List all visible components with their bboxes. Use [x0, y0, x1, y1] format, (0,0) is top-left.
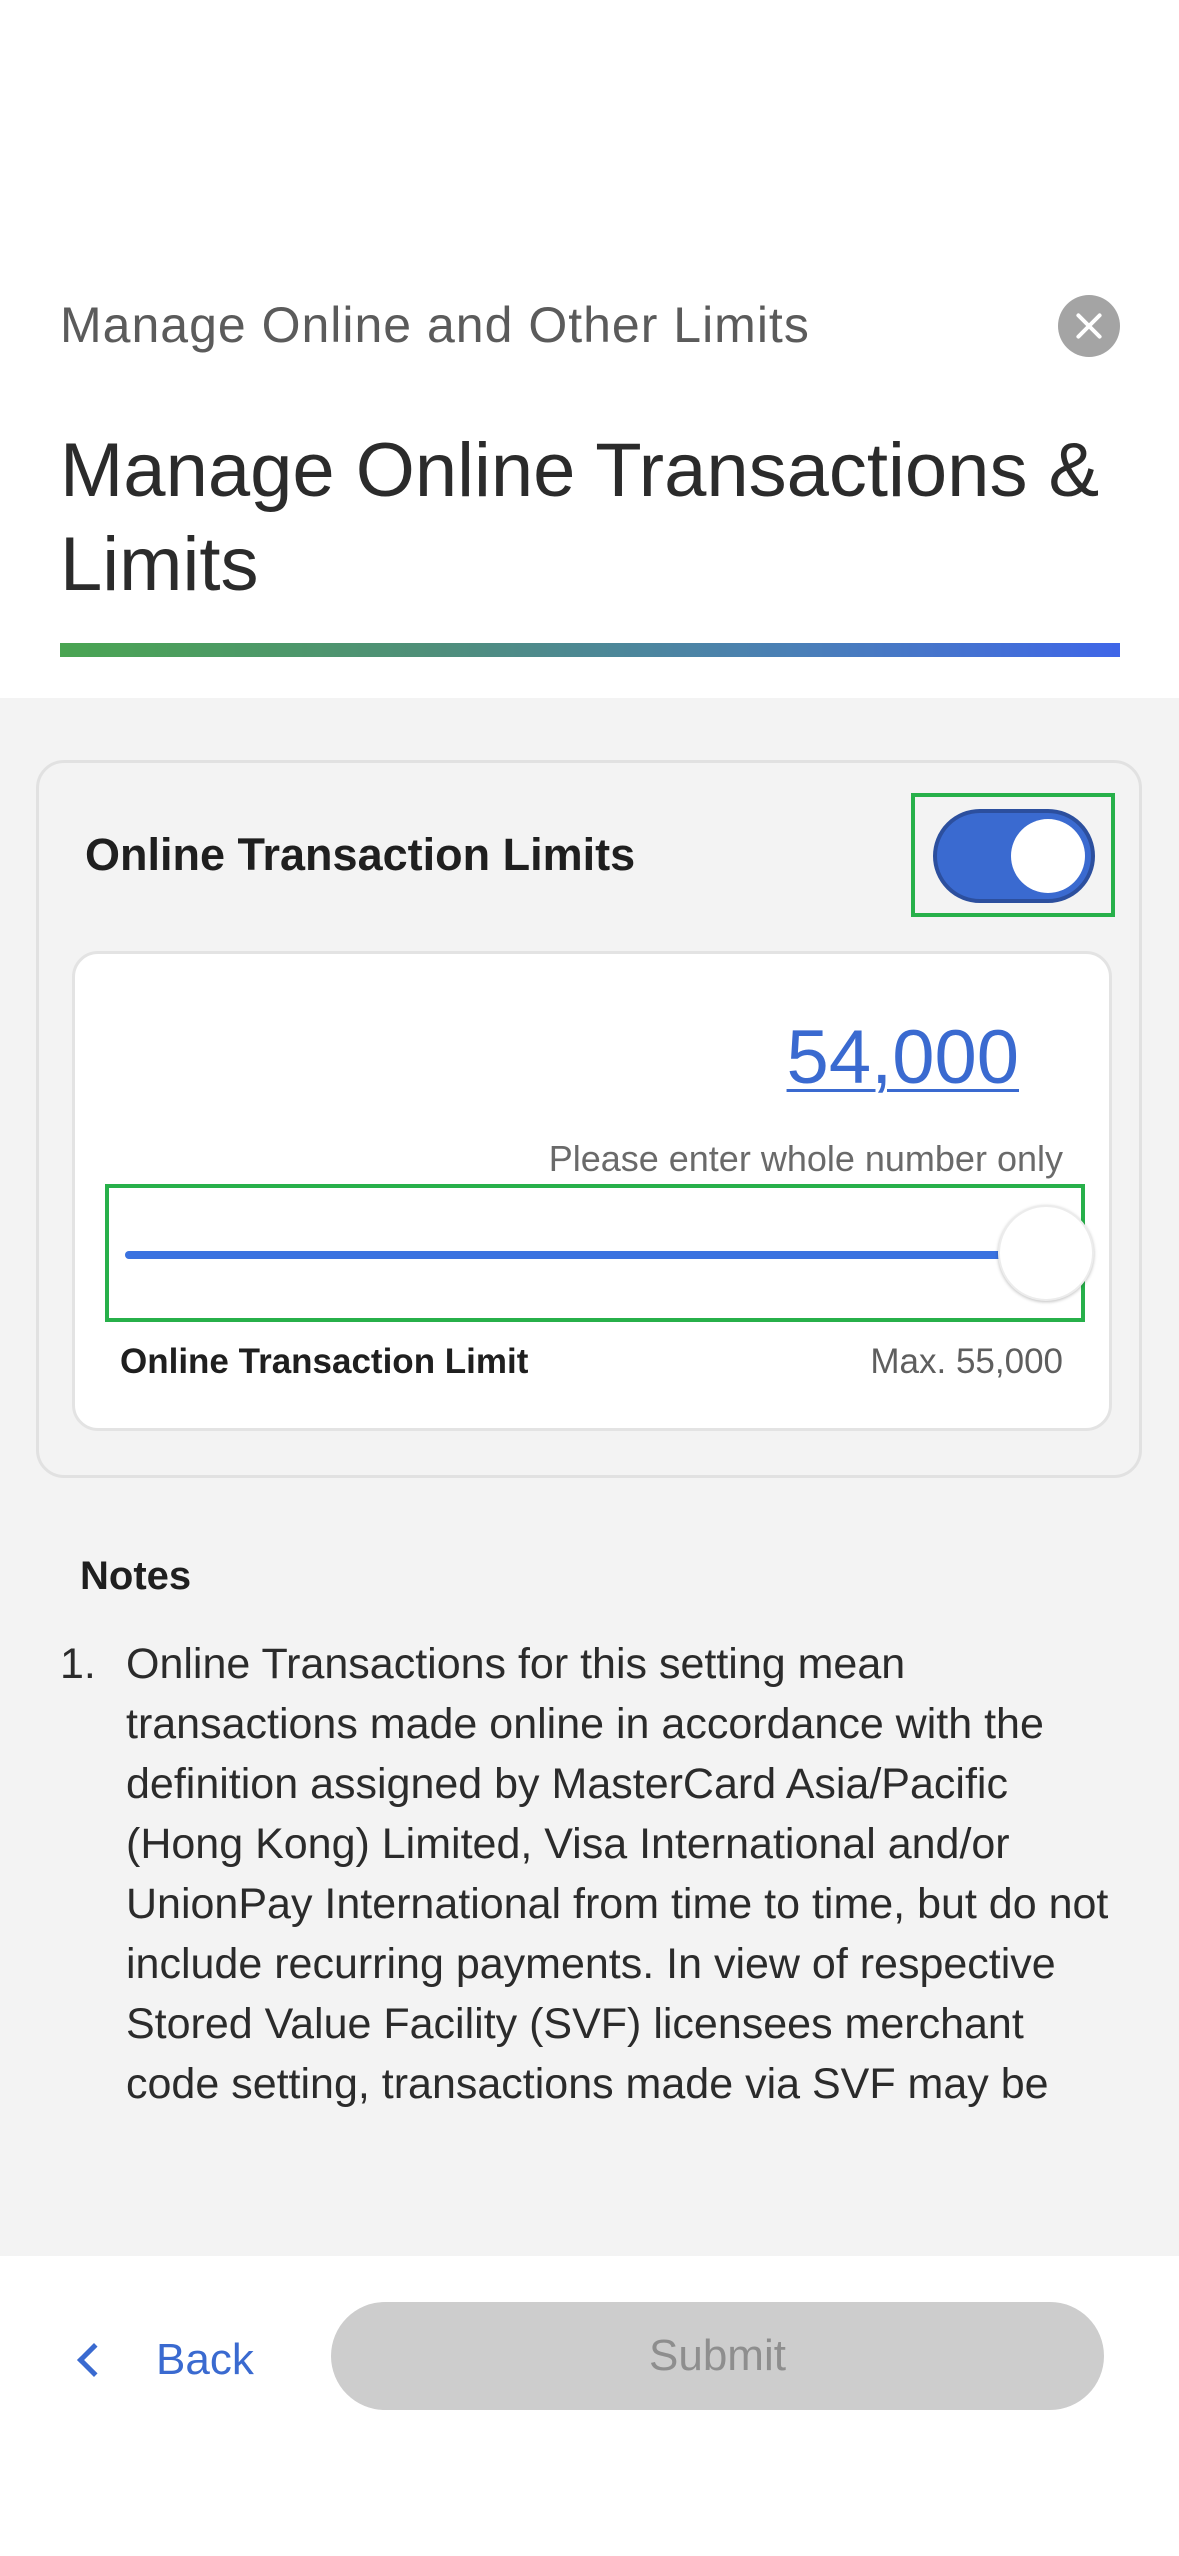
page-title: Manage Online Transactions & Limits	[60, 428, 1100, 607]
limit-slider-fill	[125, 1251, 1047, 1259]
toggle-knob	[1011, 819, 1085, 893]
input-hint: Please enter whole number only	[548, 1138, 1063, 1179]
page-subtitle: Manage Online and Other Limits	[60, 297, 810, 353]
back-button[interactable]: Back	[70, 2320, 254, 2400]
limit-slider-track[interactable]	[125, 1251, 1065, 1259]
main-content: Online Transaction Limits 54,000 Please …	[0, 698, 1179, 2256]
title-gradient-divider	[60, 643, 1120, 657]
online-transaction-limits-card: Online Transaction Limits 54,000 Please …	[36, 760, 1142, 1478]
limit-slider-thumb[interactable]	[998, 1205, 1095, 1301]
footer: Back Submit	[0, 2256, 1179, 2556]
header: Manage Online and Other Limits Manage On…	[0, 0, 1179, 698]
chevron-left-icon	[77, 2343, 111, 2377]
note-item: 1. Online Transactions for this setting …	[60, 1634, 1120, 2114]
submit-button[interactable]: Submit	[331, 2302, 1104, 2410]
slider-label: Online Transaction Limit	[120, 1342, 529, 1381]
note-number: 1.	[60, 1640, 96, 1688]
close-icon[interactable]	[1058, 295, 1120, 357]
notes-heading: Notes	[80, 1554, 192, 1598]
card-title: Online Transaction Limits	[85, 829, 636, 880]
page: Manage Online and Other Limits Manage On…	[0, 0, 1179, 2556]
slider-highlight	[105, 1184, 1095, 1322]
note-text: Online Transactions for this setting mea…	[126, 1640, 1109, 2108]
back-label: Back	[156, 2335, 254, 2384]
online-limits-toggle[interactable]	[933, 809, 1095, 903]
notes-list: 1. Online Transactions for this setting …	[60, 1634, 1120, 2114]
limit-amount-input[interactable]: 54,000	[787, 1014, 1019, 1101]
limit-input-card: 54,000 Please enter whole number only On…	[72, 951, 1112, 1431]
toggle-highlight	[911, 793, 1115, 917]
slider-max-label: Max. 55,000	[870, 1342, 1063, 1381]
